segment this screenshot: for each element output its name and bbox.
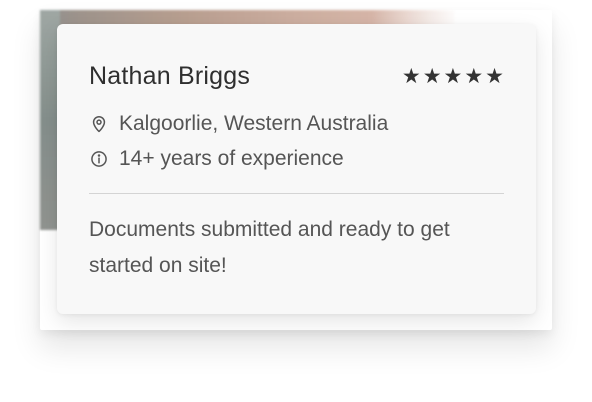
star-icon: ★ xyxy=(485,64,504,88)
profile-header: Nathan Briggs ★ ★ ★ ★ ★ xyxy=(89,62,504,91)
rating-stars: ★ ★ ★ ★ ★ xyxy=(402,66,504,87)
profile-name: Nathan Briggs xyxy=(89,62,251,90)
location-text: Kalgoorlie, Western Australia xyxy=(119,112,389,135)
location-pin-icon xyxy=(92,116,106,133)
location-row: Kalgoorlie, Western Australia xyxy=(89,112,388,136)
divider xyxy=(89,193,504,194)
experience-row: 14+ years of experience xyxy=(89,147,344,171)
star-icon: ★ xyxy=(464,64,484,88)
profile-card[interactable]: Nathan Briggs ★ ★ ★ ★ ★ Kalgoorlie, West… xyxy=(57,24,536,314)
experience-text: 14+ years of experience xyxy=(119,147,344,170)
star-icon: ★ xyxy=(422,64,442,88)
status-message: Documents submitted and ready to get sta… xyxy=(89,218,450,277)
profile-card-stack: Nathan Briggs ★ ★ ★ ★ ★ Kalgoorlie, West… xyxy=(0,0,592,402)
star-icon: ★ xyxy=(401,64,421,88)
star-icon: ★ xyxy=(443,64,463,88)
info-icon xyxy=(91,151,107,167)
